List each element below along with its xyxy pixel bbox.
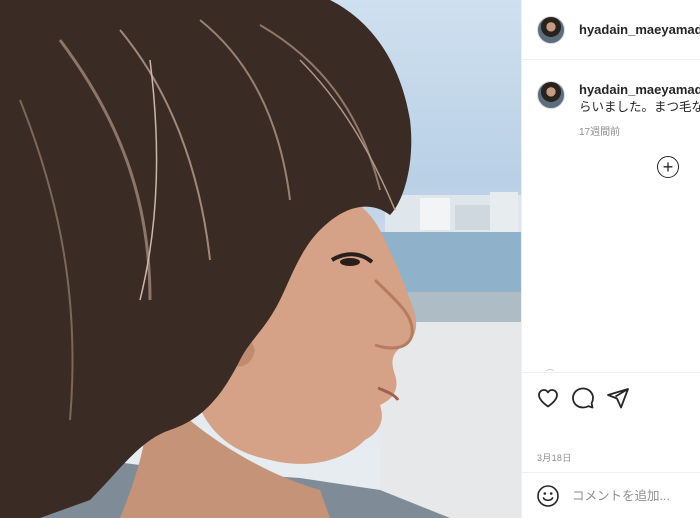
emoji-icon[interactable] bbox=[536, 484, 560, 508]
post-header: hyadain_maeyamada bbox=[522, 0, 700, 60]
share-button[interactable] bbox=[606, 386, 630, 410]
post-side-panel: hyadain_maeyamada hyadain_maeyamada らいまし… bbox=[521, 0, 700, 518]
caption-text: hyadain_maeyamada らいました。まつ毛な bbox=[579, 81, 700, 116]
add-comment-bar bbox=[522, 472, 700, 518]
paper-plane-icon bbox=[607, 387, 629, 408]
heart-icon bbox=[538, 388, 558, 407]
scroll-indicator bbox=[544, 369, 556, 371]
comment-icon bbox=[572, 387, 594, 408]
caption-avatar[interactable] bbox=[537, 81, 565, 109]
load-more-comments-button[interactable]: + bbox=[657, 156, 679, 178]
caption: hyadain_maeyamada らいました。まつ毛な bbox=[537, 81, 700, 116]
post-date: 3月18日 bbox=[537, 453, 572, 463]
comment-input[interactable] bbox=[572, 488, 697, 503]
header-username[interactable]: hyadain_maeyamada bbox=[579, 22, 700, 37]
photo-illustration bbox=[0, 0, 521, 518]
comment-button[interactable] bbox=[571, 386, 595, 410]
post-photo[interactable] bbox=[0, 0, 521, 518]
caption-body: らいました。まつ毛な bbox=[579, 100, 700, 114]
like-button[interactable] bbox=[536, 386, 560, 410]
caption-time-ago[interactable]: 17週間前 bbox=[579, 123, 620, 138]
avatar[interactable] bbox=[537, 15, 565, 44]
plus-icon: + bbox=[662, 157, 674, 177]
comment-area[interactable]: hyadain_maeyamada らいました。まつ毛な 17週間前 + bbox=[522, 61, 700, 371]
caption-username[interactable]: hyadain_maeyamada bbox=[579, 82, 700, 97]
post-actions bbox=[522, 372, 700, 422]
